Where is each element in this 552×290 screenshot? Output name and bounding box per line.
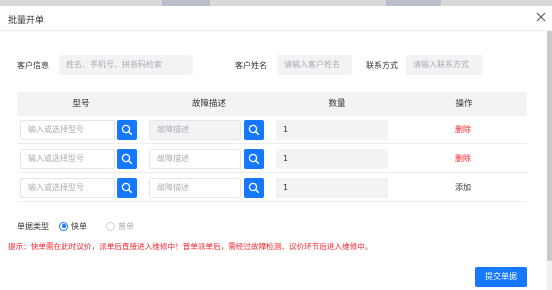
customer-search-input[interactable]: 姓名、手机号、拼音码检索 bbox=[59, 55, 193, 75]
fault-input[interactable]: 故障描述 bbox=[149, 120, 241, 140]
search-icon bbox=[248, 182, 260, 194]
top-strip-segment bbox=[386, 0, 441, 6]
table-row: 输入或选择型号 故障描述 1 删除 bbox=[17, 116, 527, 144]
fault-input[interactable]: 故障描述 bbox=[149, 178, 241, 198]
header-action: 操作 bbox=[455, 99, 473, 109]
model-input[interactable]: 输入或选择型号 bbox=[20, 120, 115, 140]
fault-search-button[interactable] bbox=[244, 178, 264, 198]
submit-button[interactable]: 提交单据 bbox=[475, 267, 527, 287]
fault-search-button[interactable] bbox=[244, 149, 264, 169]
search-icon bbox=[248, 124, 260, 136]
add-row-button[interactable]: 添加 bbox=[433, 174, 493, 202]
header-model: 型号 bbox=[72, 99, 90, 109]
scrollbar-thumb[interactable] bbox=[547, 31, 552, 261]
quantity-input[interactable]: 1 bbox=[276, 120, 388, 140]
delete-row-button[interactable]: 删除 bbox=[433, 116, 493, 144]
search-icon bbox=[121, 124, 133, 136]
table-row: 输入或选择型号 故障描述 1 添加 bbox=[17, 174, 527, 202]
radio-label: 普单 bbox=[118, 221, 134, 231]
search-icon bbox=[121, 153, 133, 165]
customer-info-label: 客户信息 bbox=[17, 61, 49, 70]
search-icon bbox=[248, 153, 260, 165]
model-search-button[interactable] bbox=[117, 120, 137, 140]
radio-checked-icon bbox=[59, 221, 68, 231]
header-quantity: 数量 bbox=[328, 99, 346, 109]
model-input[interactable]: 输入或选择型号 bbox=[20, 149, 115, 169]
customer-name-input[interactable]: 请输入客户姓名 bbox=[277, 55, 352, 75]
model-search-button[interactable] bbox=[117, 178, 137, 198]
contact-input[interactable]: 请输入联系方式 bbox=[406, 55, 483, 75]
top-strip-segment bbox=[162, 0, 210, 6]
radio-quick-order[interactable]: 快单 bbox=[59, 220, 87, 232]
fault-search-button[interactable] bbox=[244, 120, 264, 140]
model-input[interactable]: 输入或选择型号 bbox=[20, 178, 115, 198]
close-icon[interactable] bbox=[536, 12, 546, 22]
order-type-label: 单据类型 bbox=[17, 222, 49, 231]
dialog-title: 批量开单 bbox=[8, 16, 45, 26]
fault-input[interactable]: 故障描述 bbox=[149, 149, 241, 169]
model-search-button[interactable] bbox=[117, 149, 137, 169]
dialog-scrollbar[interactable] bbox=[547, 31, 552, 290]
customer-name-label: 客户姓名 bbox=[235, 61, 267, 70]
quantity-input[interactable]: 1 bbox=[276, 178, 388, 198]
hint-text: 提示：快单需在此时议价，派单后直接进入维修中！普单派单后，需经过故障检测、议价环… bbox=[8, 242, 373, 251]
radio-label: 快单 bbox=[71, 221, 87, 231]
table-row: 输入或选择型号 故障描述 1 删除 bbox=[17, 145, 527, 173]
contact-label: 联系方式 bbox=[366, 61, 398, 70]
title-divider bbox=[0, 30, 552, 31]
radio-unchecked-icon bbox=[106, 221, 115, 231]
delete-row-button[interactable]: 删除 bbox=[433, 145, 493, 173]
radio-normal-order[interactable]: 普单 bbox=[106, 220, 134, 232]
browser-top-strip bbox=[0, 0, 552, 6]
table-header: 型号 故障描述 数量 操作 bbox=[17, 92, 527, 116]
search-icon bbox=[121, 182, 133, 194]
header-fault: 故障描述 bbox=[191, 99, 226, 109]
quantity-input[interactable]: 1 bbox=[276, 149, 388, 169]
